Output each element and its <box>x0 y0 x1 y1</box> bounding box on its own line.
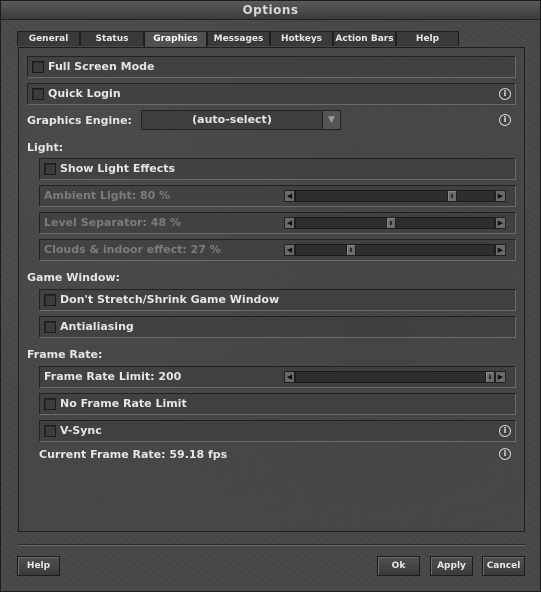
tab-action-bars[interactable]: Action Bars <box>333 31 396 46</box>
footer-divider <box>18 544 525 546</box>
slider-right-arrow-icon[interactable]: ▶ <box>495 371 506 383</box>
slider-thumb[interactable] <box>346 244 357 256</box>
frame-rate-limit-row: Frame Rate Limit: 200 ◀ ▶ <box>39 366 516 388</box>
current-frame-rate-label: Current Frame Rate: 59.18 fps <box>39 448 228 461</box>
frame-rate-heading: Frame Rate: <box>27 348 103 361</box>
dont-stretch-label: Don't Stretch/Shrink Game Window <box>60 293 280 306</box>
slider-right-arrow-icon[interactable]: ▶ <box>495 217 506 229</box>
cancel-button[interactable]: Cancel <box>482 556 525 576</box>
clouds-indoor-slider[interactable]: ◀ ▶ <box>284 244 506 256</box>
graphics-engine-label: Graphics Engine: <box>27 114 132 127</box>
graphics-engine-value: (auto-select) <box>192 113 272 126</box>
antialiasing-checkbox[interactable] <box>44 321 56 333</box>
help-button[interactable]: Help <box>17 556 60 576</box>
apply-button[interactable]: Apply <box>430 556 473 576</box>
no-frame-rate-limit-row[interactable]: No Frame Rate Limit <box>39 393 516 415</box>
vsync-checkbox[interactable] <box>44 425 56 437</box>
level-separator-row: Level Separator: 48 % ◀ ▶ <box>39 212 516 234</box>
slider-right-arrow-icon[interactable]: ▶ <box>495 244 506 256</box>
show-light-effects-checkbox[interactable] <box>44 163 56 175</box>
ambient-light-row: Ambient Light: 80 % ◀ ▶ <box>39 185 516 207</box>
antialiasing-row[interactable]: Antialiasing <box>39 316 516 338</box>
full-screen-mode-checkbox[interactable] <box>32 61 44 73</box>
slider-thumb[interactable] <box>386 217 397 229</box>
ambient-light-slider[interactable]: ◀ ▶ <box>284 190 506 202</box>
clouds-indoor-label: Clouds & indoor effect: 27 % <box>44 243 221 256</box>
ambient-light-label: Ambient Light: 80 % <box>44 189 171 202</box>
graphics-engine-select[interactable]: (auto-select) ▼ <box>141 110 341 130</box>
quick-login-checkbox[interactable] <box>32 88 44 100</box>
quick-login-label: Quick Login <box>48 87 121 100</box>
dont-stretch-row[interactable]: Don't Stretch/Shrink Game Window <box>39 289 516 311</box>
frame-rate-limit-slider[interactable]: ◀ ▶ <box>284 371 506 383</box>
slider-left-arrow-icon[interactable]: ◀ <box>284 190 295 202</box>
vsync-info-icon[interactable]: i <box>499 425 511 437</box>
ok-button[interactable]: Ok <box>377 556 420 576</box>
tab-graphics[interactable]: Graphics <box>144 31 207 47</box>
full-screen-mode-label: Full Screen Mode <box>48 60 155 73</box>
options-window: Options General Status Graphics Messages… <box>0 0 541 592</box>
full-screen-mode-row[interactable]: Full Screen Mode <box>27 56 516 78</box>
quick-login-info-icon[interactable]: i <box>499 88 511 100</box>
slider-left-arrow-icon[interactable]: ◀ <box>284 244 295 256</box>
frame-rate-info-icon[interactable]: i <box>499 448 511 460</box>
slider-left-arrow-icon[interactable]: ◀ <box>284 217 295 229</box>
vsync-label: V-Sync <box>60 424 102 437</box>
show-light-effects-label: Show Light Effects <box>60 162 176 175</box>
slider-right-arrow-icon[interactable]: ▶ <box>495 190 506 202</box>
vsync-row[interactable]: V-Sync <box>39 420 516 442</box>
dont-stretch-checkbox[interactable] <box>44 294 56 306</box>
no-frame-rate-limit-label: No Frame Rate Limit <box>60 397 187 410</box>
game-window-heading: Game Window: <box>27 271 120 284</box>
slider-thumb[interactable] <box>485 371 495 383</box>
tab-general[interactable]: General <box>17 31 80 46</box>
light-heading: Light: <box>27 141 64 154</box>
clouds-indoor-row: Clouds & indoor effect: 27 % ◀ ▶ <box>39 239 516 261</box>
level-separator-label: Level Separator: 48 % <box>44 216 181 229</box>
antialiasing-label: Antialiasing <box>60 320 134 333</box>
tab-hotkeys[interactable]: Hotkeys <box>270 31 333 46</box>
show-light-effects-row[interactable]: Show Light Effects <box>39 158 516 180</box>
tab-help[interactable]: Help <box>396 31 459 46</box>
no-frame-rate-limit-checkbox[interactable] <box>44 398 56 410</box>
tab-status[interactable]: Status <box>80 31 144 46</box>
window-title: Options <box>1 1 540 20</box>
tab-bar: General Status Graphics Messages Hotkeys… <box>17 31 459 47</box>
slider-track[interactable] <box>295 190 495 202</box>
quick-login-row[interactable]: Quick Login <box>27 83 516 105</box>
dropdown-arrow-icon[interactable]: ▼ <box>322 111 340 129</box>
slider-thumb[interactable] <box>447 190 457 202</box>
tab-messages[interactable]: Messages <box>207 31 270 46</box>
level-separator-slider[interactable]: ◀ ▶ <box>284 217 506 229</box>
slider-track[interactable] <box>295 244 495 256</box>
slider-left-arrow-icon[interactable]: ◀ <box>284 371 295 383</box>
graphics-engine-info-icon[interactable]: i <box>499 114 511 126</box>
slider-track[interactable] <box>295 371 495 383</box>
frame-rate-limit-label: Frame Rate Limit: 200 <box>44 370 182 383</box>
